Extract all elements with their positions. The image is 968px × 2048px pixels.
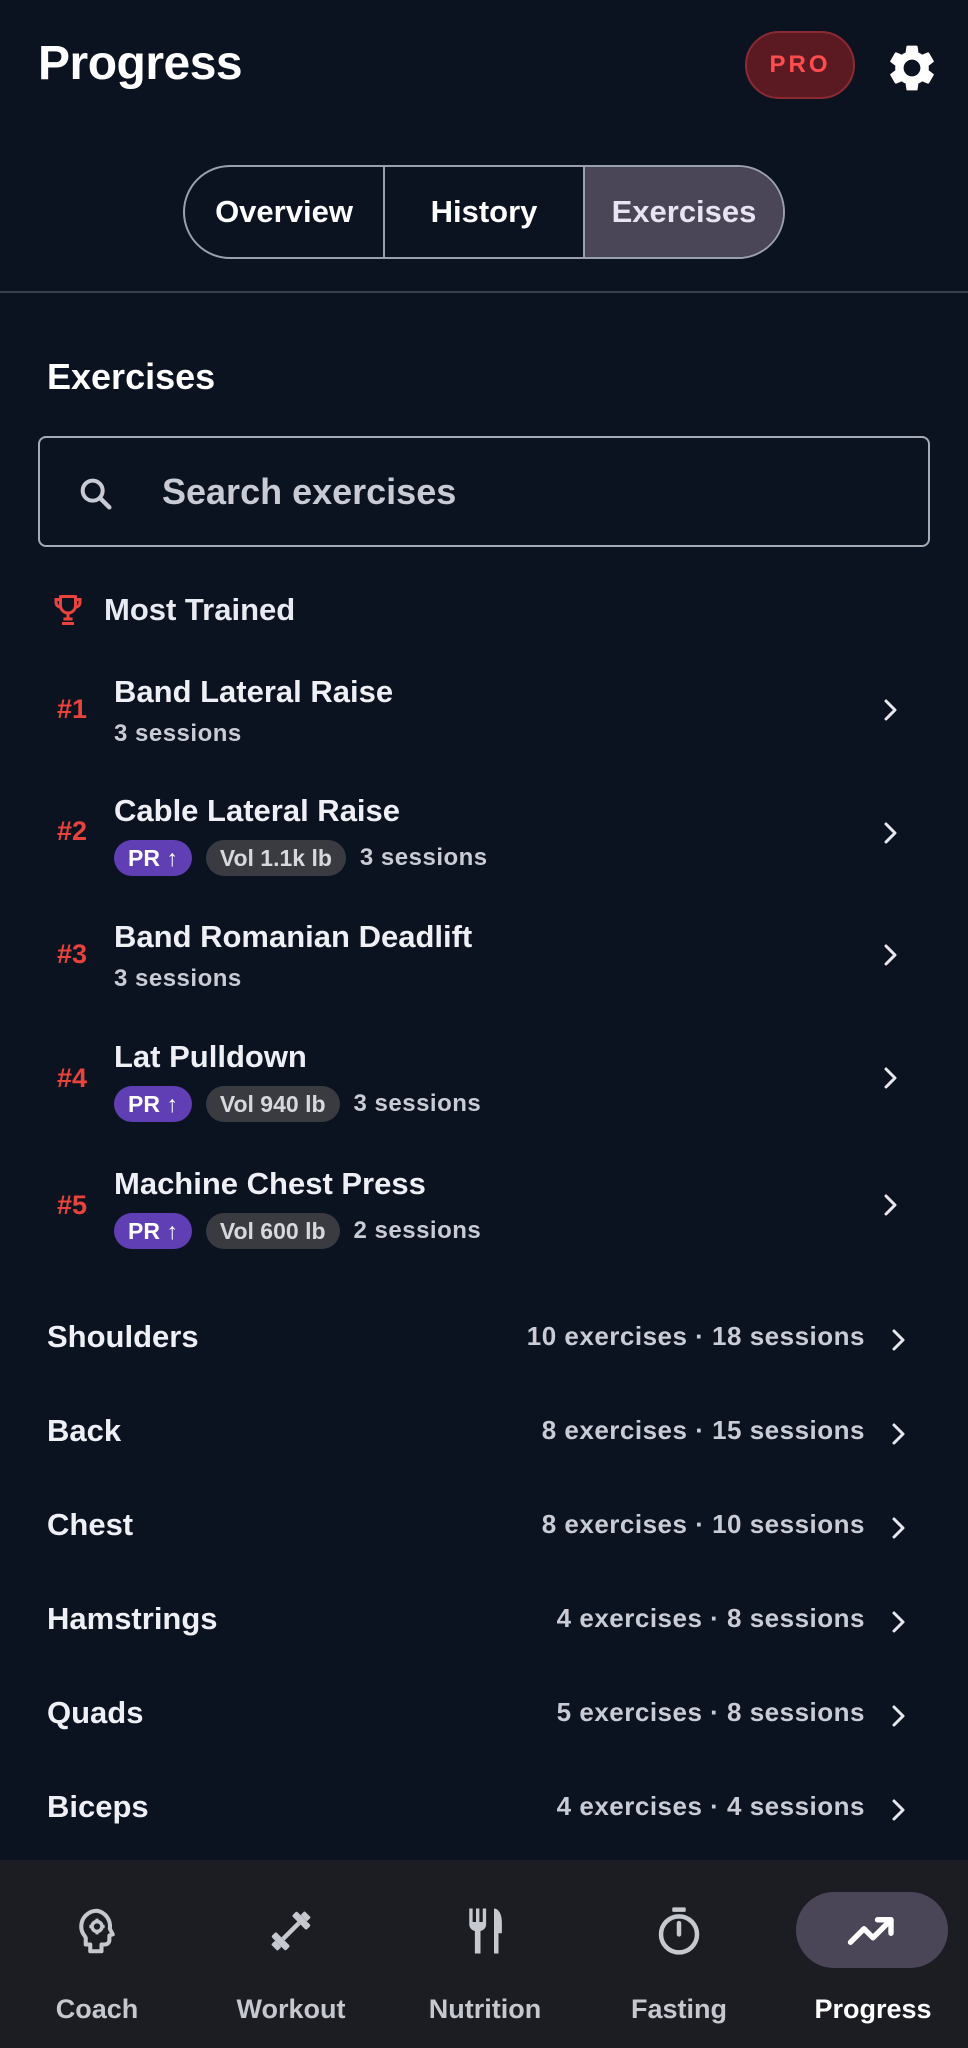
muscle-group-name: Chest	[47, 1507, 134, 1542]
exercise-name: Machine Chest Press	[114, 1166, 426, 1201]
muscle-group-biceps[interactable]: Biceps 4 exercises · 4 sessions	[0, 1769, 968, 1849]
pr-badge: PR ↑	[114, 840, 192, 876]
exercise-meta: PR ↑ Vol 600 lb 2 sessions	[114, 1213, 481, 1249]
ranked-exercise-4[interactable]: #4 Lat Pulldown PR ↑ Vol 940 lb 3 sessio…	[0, 1039, 968, 1151]
sessions-count: 3 sessions	[114, 720, 242, 747]
rank-number: #5	[57, 1190, 88, 1220]
search-placeholder: Search exercises	[162, 471, 457, 512]
trophy-icon	[54, 595, 82, 625]
trending-up-icon	[847, 1917, 894, 1945]
volume-badge: Vol 600 lb	[205, 1213, 340, 1249]
page-title: Progress	[38, 37, 243, 90]
exercise-name: Lat Pulldown	[114, 1039, 307, 1074]
chevron-right-icon	[892, 1799, 905, 1821]
muscle-group-stats: 8 exercises · 15 sessions	[541, 1415, 865, 1445]
sessions-count: 3 sessions	[114, 965, 242, 992]
gear-icon[interactable]	[884, 40, 940, 96]
nav-label: Progress	[814, 1994, 932, 2024]
nav-label: Workout	[236, 1994, 346, 2024]
exercise-meta: PR ↑ Vol 940 lb 3 sessions	[114, 1086, 481, 1122]
section-title: Exercises	[47, 356, 216, 397]
nav-label: Nutrition	[428, 1994, 542, 2024]
tab-history[interactable]: History	[383, 167, 583, 257]
ranked-exercise-5[interactable]: #5 Machine Chest Press PR ↑ Vol 600 lb 2…	[0, 1166, 968, 1278]
chevron-right-icon	[892, 1705, 905, 1727]
nav-label: Fasting	[630, 1994, 727, 2024]
pr-badge: PR ↑	[114, 1213, 192, 1249]
exercise-meta: 3 sessions	[114, 965, 242, 993]
header-divider	[0, 291, 968, 293]
exercise-meta: 3 sessions	[114, 720, 242, 748]
exercise-name: Band Lateral Raise	[114, 674, 394, 709]
muscle-group-stats: 5 exercises · 8 sessions	[556, 1697, 865, 1727]
search-icon	[80, 478, 112, 510]
rank-number: #2	[57, 816, 88, 846]
stopwatch-icon	[658, 1907, 700, 1955]
chevron-right-icon	[884, 944, 897, 966]
ranked-exercise-2[interactable]: #2 Cable Lateral Raise PR ↑ Vol 1.1k lb …	[0, 786, 968, 896]
search-input[interactable]: Search exercises	[38, 436, 930, 547]
muscle-group-chest[interactable]: Chest 8 exercises · 10 sessions	[0, 1487, 968, 1567]
pr-badge: PR ↑	[114, 1086, 192, 1122]
muscle-group-stats: 8 exercises · 10 sessions	[541, 1509, 865, 1539]
tab-overview[interactable]: Overview	[185, 167, 383, 257]
chevron-right-icon	[884, 699, 897, 721]
header: Progress PRO	[0, 0, 968, 130]
ranked-exercise-3[interactable]: #3 Band Romanian Deadlift 3 sessions	[0, 919, 968, 1033]
muscle-group-name: Shoulders	[47, 1319, 199, 1354]
muscle-group-quads[interactable]: Quads 5 exercises · 8 sessions	[0, 1675, 968, 1755]
chevron-right-icon	[884, 822, 897, 844]
nav-progress[interactable]: Progress	[776, 1860, 968, 2048]
tab-exercises[interactable]: Exercises	[583, 167, 783, 257]
chevron-right-icon	[892, 1329, 905, 1351]
dumbbell-icon	[271, 1911, 311, 1951]
bottom-nav: Coach Workout Nutrition Fasting Progress	[0, 1860, 968, 2048]
rank-number: #3	[57, 939, 88, 969]
muscle-group-name: Quads	[47, 1695, 144, 1730]
muscle-group-stats: 4 exercises · 4 sessions	[556, 1791, 865, 1821]
muscle-group-back[interactable]: Back 8 exercises · 15 sessions	[0, 1393, 968, 1473]
exercise-name: Band Romanian Deadlift	[114, 919, 473, 954]
chevron-right-icon	[892, 1423, 905, 1445]
sessions-count: 2 sessions	[353, 1217, 482, 1244]
progress-screen: Progress PRO Overview History Exercises …	[0, 0, 968, 2048]
ranked-exercise-1[interactable]: #1 Band Lateral Raise 3 sessions	[0, 668, 968, 778]
chevron-right-icon	[884, 1194, 897, 1216]
muscle-group-shoulders[interactable]: Shoulders 10 exercises · 18 sessions	[0, 1299, 968, 1379]
fork-knife-icon	[469, 1908, 502, 1954]
nav-workout[interactable]: Workout	[194, 1860, 388, 2048]
rank-number: #1	[57, 694, 88, 724]
chevron-right-icon	[884, 1067, 897, 1089]
nav-nutrition[interactable]: Nutrition	[388, 1860, 582, 2048]
most-trained-label: Most Trained	[104, 592, 296, 627]
pro-badge[interactable]: PRO	[745, 31, 855, 99]
tab-bar: Overview History Exercises	[183, 165, 785, 259]
chevron-right-icon	[892, 1611, 905, 1633]
nav-coach[interactable]: Coach	[0, 1860, 194, 2048]
sessions-count: 3 sessions	[359, 844, 488, 871]
nav-fasting[interactable]: Fasting	[582, 1860, 776, 2048]
muscle-group-stats: 4 exercises · 8 sessions	[556, 1603, 865, 1633]
chevron-right-icon	[892, 1517, 905, 1539]
muscle-group-name: Biceps	[47, 1789, 149, 1824]
brain-icon	[79, 1908, 115, 1954]
muscle-group-stats: 10 exercises · 18 sessions	[526, 1321, 865, 1351]
nav-label: Coach	[55, 1994, 139, 2024]
volume-badge: Vol 1.1k lb	[205, 840, 346, 876]
exercise-meta: PR ↑ Vol 1.1k lb 3 sessions	[114, 840, 488, 876]
volume-badge: Vol 940 lb	[205, 1086, 340, 1122]
muscle-group-hamstrings[interactable]: Hamstrings 4 exercises · 8 sessions	[0, 1581, 968, 1661]
muscle-group-name: Back	[47, 1413, 122, 1448]
sessions-count: 3 sessions	[353, 1090, 482, 1117]
rank-number: #4	[57, 1063, 88, 1093]
muscle-group-name: Hamstrings	[47, 1601, 218, 1636]
exercise-name: Cable Lateral Raise	[114, 793, 401, 828]
